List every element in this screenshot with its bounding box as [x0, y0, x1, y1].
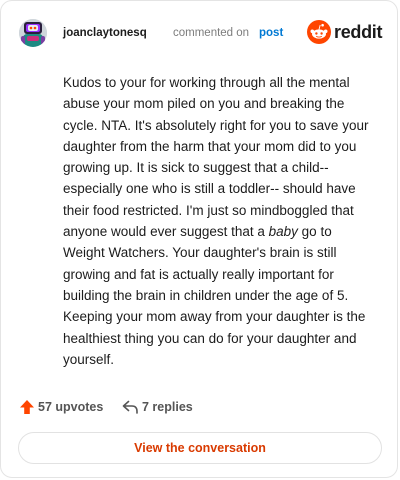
reddit-logo[interactable]: reddit: [307, 19, 383, 47]
user-avatar[interactable]: [19, 19, 47, 47]
snoo-avatar-icon: [19, 19, 47, 47]
view-conversation-button[interactable]: View the conversation: [18, 432, 382, 464]
reply-count[interactable]: 7 replies: [142, 400, 193, 414]
comment-body: Kudos to your for working through all th…: [63, 72, 375, 370]
comment-text-emphasis: baby: [268, 224, 298, 240]
comment-text-part-1: Kudos to your for working through all th…: [63, 75, 369, 240]
upvote-arrow-icon[interactable]: [19, 399, 35, 415]
post-link[interactable]: post: [259, 27, 283, 39]
comment-card: joanclaytonesq commented on post reddit …: [0, 0, 398, 478]
comment-text-part-2: go to Weight Watchers. Your daughter's b…: [63, 224, 366, 367]
commented-on-label: commented on: [173, 27, 250, 39]
comment-header: joanclaytonesq commented on post reddit: [19, 19, 383, 49]
comment-author[interactable]: joanclaytonesq: [63, 27, 147, 39]
reply-arrow-icon[interactable]: [122, 400, 138, 414]
upvote-count: 57 upvotes: [38, 400, 104, 414]
comment-footer: 57 upvotes 7 replies: [19, 397, 379, 419]
reddit-wordmark: reddit: [334, 22, 383, 42]
snoo-logo-icon: [307, 20, 331, 44]
